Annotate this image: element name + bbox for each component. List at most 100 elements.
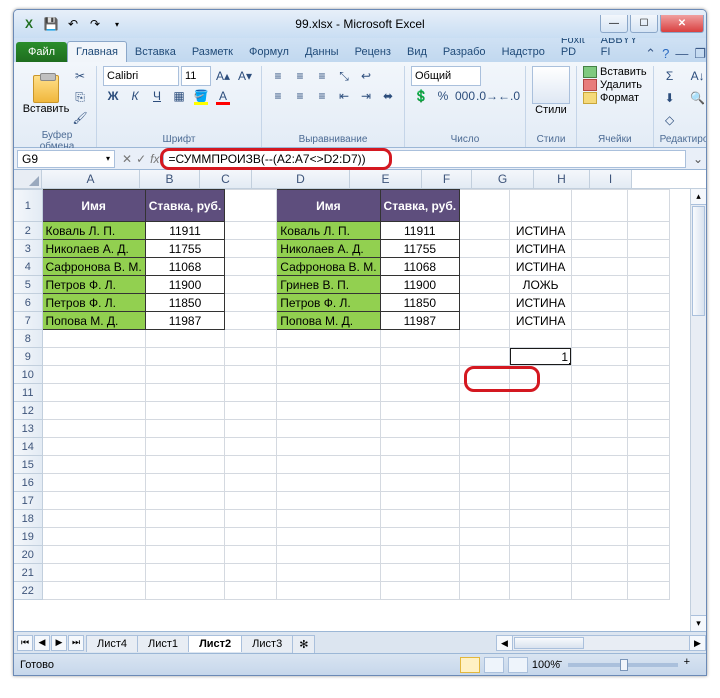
cell[interactable]: ИСТИНА <box>510 222 572 240</box>
formula-bar[interactable]: =СУММПРОИЗВ(--(A2:A7<>D2:D7)) <box>163 150 686 168</box>
mdi-restore-icon[interactable]: ❐ <box>694 46 706 62</box>
clear-icon[interactable]: ◇ <box>660 110 680 130</box>
insert-cells-button[interactable]: Вставить <box>583 66 647 78</box>
fill-icon[interactable]: ⬇ <box>660 88 680 108</box>
tab-review[interactable]: Реценз <box>347 42 399 62</box>
cell[interactable]: Попова М. Д. <box>277 312 380 330</box>
grow-font-icon[interactable]: A▴ <box>213 66 233 86</box>
prev-sheet-icon[interactable]: ◀ <box>34 635 50 651</box>
cell[interactable] <box>628 190 670 222</box>
sort-filter-icon[interactable]: A↓ <box>688 66 707 86</box>
select-all-button[interactable] <box>14 170 42 188</box>
row-header[interactable]: 7 <box>14 312 42 330</box>
tab-data[interactable]: Данны <box>297 42 347 62</box>
tab-view[interactable]: Вид <box>399 42 435 62</box>
cell[interactable] <box>572 190 628 222</box>
align-top-icon[interactable]: ≡ <box>268 66 288 86</box>
col-header[interactable]: A <box>42 170 140 188</box>
sheet-tab[interactable]: Лист4 <box>86 635 138 652</box>
col-header[interactable]: I <box>590 170 632 188</box>
horizontal-scrollbar[interactable]: ◀ ▶ <box>496 635 706 651</box>
col-header[interactable]: E <box>350 170 422 188</box>
sheet-tab[interactable]: Лист3 <box>241 635 293 652</box>
name-box[interactable]: G9▾ <box>17 150 115 168</box>
cut-icon[interactable]: ✂ <box>70 66 90 86</box>
col-header[interactable]: H <box>534 170 590 188</box>
currency-icon[interactable]: 💲 <box>411 86 431 106</box>
fill-color-icon[interactable]: 🪣 <box>191 86 211 106</box>
cell[interactable]: Сафронова В. М. <box>277 258 380 276</box>
format-painter-icon[interactable]: 🖌 <box>70 108 90 128</box>
paste-button[interactable]: Вставить <box>24 66 68 124</box>
row-header[interactable]: 3 <box>14 240 42 258</box>
wrap-text-icon[interactable]: ↩ <box>356 66 376 86</box>
increase-indent-icon[interactable]: ⇥ <box>356 86 376 106</box>
copy-icon[interactable]: ⎘ <box>70 87 90 107</box>
first-sheet-icon[interactable]: ⏮ <box>17 635 33 651</box>
vertical-scrollbar[interactable]: ▴ ▾ <box>690 189 706 631</box>
mdi-minimize-icon[interactable]: — <box>675 46 688 62</box>
percent-icon[interactable]: % <box>433 86 453 106</box>
shrink-font-icon[interactable]: A▾ <box>235 66 255 86</box>
delete-cells-button[interactable]: Удалить <box>583 79 647 91</box>
format-cells-button[interactable]: Формат <box>583 92 647 104</box>
cell[interactable]: ИСТИНА <box>510 312 572 330</box>
cell[interactable]: 11911 <box>380 222 460 240</box>
fill-handle-icon[interactable] <box>569 363 572 366</box>
close-button[interactable]: ✕ <box>660 15 704 33</box>
cell[interactable]: 11987 <box>145 312 225 330</box>
merge-icon[interactable]: ⬌ <box>378 86 398 106</box>
insert-function-icon[interactable]: fx <box>150 152 159 166</box>
font-color-icon[interactable]: A <box>213 86 233 106</box>
view-page-break-icon[interactable] <box>508 657 528 673</box>
redo-icon[interactable]: ↷ <box>86 15 104 33</box>
cell[interactable]: Имя <box>277 190 380 222</box>
number-format-select[interactable]: Общий <box>411 66 481 86</box>
cell[interactable]: Петров Ф. Л. <box>277 294 380 312</box>
cell[interactable]: Петров Ф. Л. <box>42 294 145 312</box>
col-header[interactable]: C <box>200 170 252 188</box>
align-center-icon[interactable]: ≡ <box>290 86 310 106</box>
underline-button[interactable]: Ч <box>147 86 167 106</box>
cell[interactable]: Имя <box>42 190 145 222</box>
scroll-left-icon[interactable]: ◀ <box>497 636 513 650</box>
borders-icon[interactable]: ▦ <box>169 86 189 106</box>
row-header[interactable]: 5 <box>14 276 42 294</box>
cell[interactable]: 11900 <box>145 276 225 294</box>
scroll-right-icon[interactable]: ▶ <box>689 636 705 650</box>
italic-button[interactable]: К <box>125 86 145 106</box>
align-right-icon[interactable]: ≡ <box>312 86 332 106</box>
align-middle-icon[interactable]: ≡ <box>290 66 310 86</box>
zoom-thumb[interactable] <box>620 659 628 671</box>
cell[interactable]: ИСТИНА <box>510 294 572 312</box>
row-header[interactable]: 4 <box>14 258 42 276</box>
next-sheet-icon[interactable]: ▶ <box>51 635 67 651</box>
cell[interactable]: 11900 <box>380 276 460 294</box>
decrease-indent-icon[interactable]: ⇤ <box>334 86 354 106</box>
help-icon[interactable]: ? <box>662 46 669 62</box>
styles-gallery-icon[interactable] <box>532 66 570 104</box>
view-page-layout-icon[interactable] <box>484 657 504 673</box>
cell[interactable]: Петров Ф. Л. <box>42 276 145 294</box>
new-sheet-button[interactable]: ✻ <box>292 635 315 653</box>
increase-decimal-icon[interactable]: .0→ <box>477 86 497 106</box>
cell[interactable]: 11755 <box>145 240 225 258</box>
cell[interactable]: Ставка, руб. <box>145 190 225 222</box>
tab-addins[interactable]: Надстро <box>494 42 553 62</box>
cell[interactable]: 11850 <box>380 294 460 312</box>
tab-formulas[interactable]: Формул <box>241 42 297 62</box>
cell[interactable]: Ставка, руб. <box>380 190 460 222</box>
cell[interactable]: 11911 <box>145 222 225 240</box>
minimize-ribbon-icon[interactable]: ⌃ <box>645 46 656 62</box>
tab-insert[interactable]: Вставка <box>127 42 184 62</box>
maximize-button[interactable]: ☐ <box>630 15 658 33</box>
scroll-up-icon[interactable]: ▴ <box>691 189 706 205</box>
bold-button[interactable]: Ж <box>103 86 123 106</box>
cell[interactable]: Сафронова В. М. <box>42 258 145 276</box>
tab-developer[interactable]: Разрабо <box>435 42 494 62</box>
cell[interactable]: Николаев А. Д. <box>42 240 145 258</box>
scroll-down-icon[interactable]: ▾ <box>691 615 706 631</box>
cell[interactable]: 11755 <box>380 240 460 258</box>
qat-dropdown-icon[interactable]: ▾ <box>108 15 126 33</box>
orientation-icon[interactable]: ⤡ <box>334 66 354 86</box>
